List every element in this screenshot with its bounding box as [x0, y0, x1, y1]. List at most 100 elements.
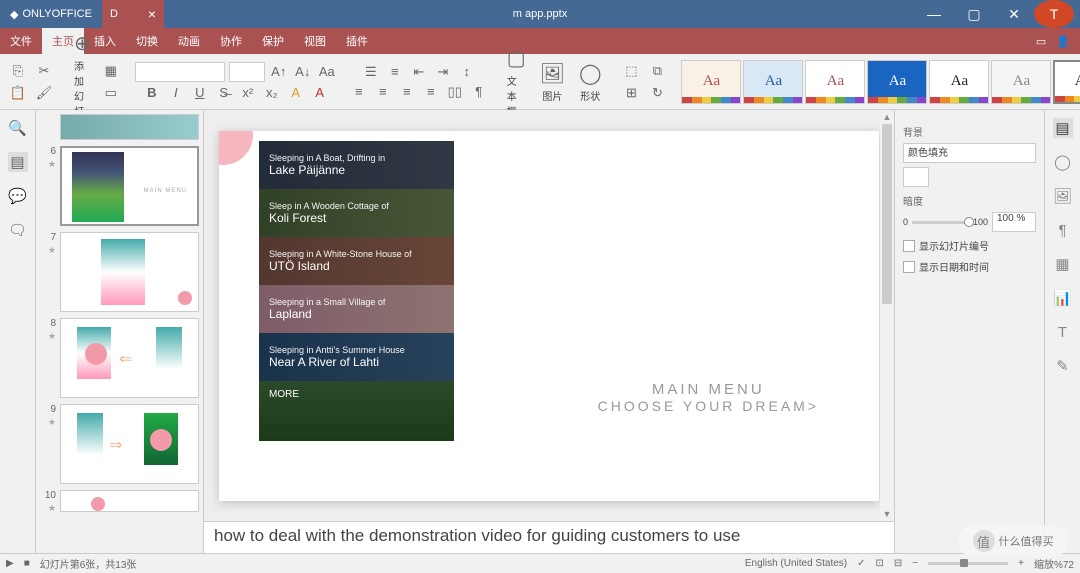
paste-button[interactable]: 📋 [8, 84, 28, 102]
italic-button[interactable]: I [166, 84, 186, 102]
scroll-down-icon[interactable]: ▼ [880, 507, 894, 521]
opacity-slider[interactable] [912, 221, 969, 224]
bullets-button[interactable]: ☰ [361, 63, 381, 81]
slide-thumbnails[interactable]: 6★ MAIN MENU 7★ 8★ ⇐ 9★ [36, 110, 204, 553]
present-icon[interactable]: ▭ [1036, 35, 1046, 48]
show-slide-number-checkbox[interactable]: 显示幻灯片编号 [903, 238, 1036, 253]
scroll-handle[interactable] [882, 124, 892, 304]
highlight-button[interactable]: A [286, 84, 306, 102]
theme-option[interactable]: Aa [1053, 60, 1080, 104]
arrange-button[interactable]: ⬚ [621, 62, 641, 80]
fit-width-icon[interactable]: ⊟ [894, 558, 902, 569]
menu-view[interactable]: 视图 [294, 28, 336, 54]
decrease-indent-button[interactable]: ⇤ [409, 63, 429, 81]
vertical-scrollbar[interactable]: ▲ ▼ [880, 110, 894, 521]
increase-font-button[interactable]: A↑ [269, 63, 289, 81]
zoom-slider[interactable] [928, 562, 1008, 565]
subscript-button[interactable]: x₂ [262, 84, 282, 102]
menu-protect[interactable]: 保护 [252, 28, 294, 54]
strike-button[interactable]: S̶ [214, 84, 234, 102]
menu-transition[interactable]: 切换 [126, 28, 168, 54]
cut-button[interactable]: ✂ [34, 62, 54, 80]
chart-settings-icon[interactable]: 📊 [1053, 288, 1073, 308]
format-painter-button[interactable]: 🖌 [34, 84, 54, 102]
align-objects-button[interactable]: ⊞ [621, 84, 641, 102]
textbox-button[interactable]: ▢文本框 [501, 44, 532, 120]
pink-circle-shape[interactable] [219, 131, 253, 165]
align-left-button[interactable]: ≡ [349, 83, 369, 101]
current-slide[interactable]: Sleeping in A Boat, Drifting inLake Päij… [219, 131, 879, 501]
app-list-item[interactable]: Sleeping in a Small Village ofLapland [259, 285, 454, 333]
increase-indent-button[interactable]: ⇥ [433, 63, 453, 81]
zoom-in-button[interactable]: + [1018, 558, 1024, 569]
stop-icon[interactable]: ■ [24, 558, 30, 569]
theme-gallery[interactable]: AaAaAaAaAaAaAa [681, 60, 1080, 104]
image-button[interactable]: 🖼图片 [534, 59, 571, 105]
change-case-button[interactable]: Aa [317, 63, 337, 81]
font-size-select[interactable] [229, 62, 265, 82]
align-justify-button[interactable]: ≡ [421, 83, 441, 101]
menu-collab[interactable]: 协作 [210, 28, 252, 54]
menu-plugins[interactable]: 插件 [336, 28, 378, 54]
columns-button[interactable]: ▯▯ [445, 83, 465, 101]
app-list-item[interactable]: Sleeping in A Boat, Drifting inLake Päij… [259, 141, 454, 189]
opacity-input[interactable]: 100 % [992, 212, 1036, 232]
decrease-font-button[interactable]: A↓ [293, 63, 313, 81]
zoom-label[interactable]: 缩放%72 [1034, 556, 1074, 571]
app-screen-mockup[interactable]: Sleeping in A Boat, Drifting inLake Päij… [259, 141, 454, 441]
menu-animation[interactable]: 动画 [168, 28, 210, 54]
scroll-up-icon[interactable]: ▲ [880, 110, 894, 124]
text-direction-button[interactable]: ¶ [469, 83, 489, 101]
theme-option[interactable]: Aa [929, 60, 989, 104]
app-list-item[interactable]: Sleeping in Antti's Summer HouseNear A R… [259, 333, 454, 381]
minimize-button[interactable]: — [914, 0, 954, 28]
main-menu-text[interactable]: MAIN MENU CHOOSE YOUR DREAM> [598, 381, 819, 414]
image-settings-icon[interactable]: 🖼 [1053, 186, 1073, 206]
line-spacing-button[interactable]: ↕ [457, 63, 477, 81]
slide-area[interactable]: Sleeping in A Boat, Drifting inLake Päij… [204, 110, 894, 521]
more-item[interactable]: MORE [259, 381, 454, 441]
play-icon[interactable]: ▶ [6, 558, 14, 569]
maximize-button[interactable]: ▢ [954, 0, 994, 28]
app-list-item[interactable]: Sleeping in A White-Stone House ofUTÖ Is… [259, 237, 454, 285]
theme-option[interactable]: Aa [681, 60, 741, 104]
thumbnail-7[interactable]: 7★ [40, 232, 199, 312]
theme-option[interactable]: Aa [805, 60, 865, 104]
layout-button[interactable]: ▦ [101, 62, 121, 80]
color-picker[interactable] [903, 167, 929, 187]
language-label[interactable]: English (United States) [745, 558, 847, 569]
spellcheck-icon[interactable]: ✓ [857, 558, 865, 569]
search-icon[interactable]: 🔍 [8, 118, 28, 138]
paragraph-settings-icon[interactable]: ¶ [1053, 220, 1073, 240]
thumbnail-partial[interactable] [40, 114, 199, 140]
comments-icon[interactable]: 💬 [8, 186, 28, 206]
align-center-button[interactable]: ≡ [373, 83, 393, 101]
shape-settings-icon[interactable]: ◯ [1053, 152, 1073, 172]
slides-view-icon[interactable]: ▤ [8, 152, 28, 172]
menu-file[interactable]: 文件 [0, 28, 42, 54]
speaker-notes[interactable]: how to deal with the demonstration video… [204, 521, 894, 553]
close-window-button[interactable]: ✕ [994, 0, 1034, 28]
numbering-button[interactable]: ≡ [385, 63, 405, 81]
document-tab[interactable]: D × [102, 0, 164, 28]
slide-settings-icon[interactable]: ▤ [1053, 118, 1073, 138]
user-avatar[interactable]: T [1034, 0, 1074, 28]
slider-knob[interactable] [964, 217, 974, 227]
chat-icon[interactable]: 🗨 [8, 220, 28, 240]
theme-option[interactable]: Aa [743, 60, 803, 104]
textart-settings-icon[interactable]: T [1053, 322, 1073, 342]
theme-option[interactable]: Aa [991, 60, 1051, 104]
table-settings-icon[interactable]: ▦ [1053, 254, 1073, 274]
rotate-button[interactable]: ↻ [647, 84, 667, 102]
app-list-item[interactable]: Sleep in A Wooden Cottage ofKoli Forest [259, 189, 454, 237]
superscript-button[interactable]: x² [238, 84, 258, 102]
theme-option[interactable]: Aa [867, 60, 927, 104]
font-family-select[interactable] [135, 62, 225, 82]
zoom-out-button[interactable]: − [912, 558, 918, 569]
shape-button[interactable]: ◯形状 [573, 59, 607, 105]
thumbnail-8[interactable]: 8★ ⇐ [40, 318, 199, 398]
bold-button[interactable]: B [142, 84, 162, 102]
thumbnail-9[interactable]: 9★ ⇒ [40, 404, 199, 484]
fill-type-select[interactable]: 颜色填充 [903, 143, 1036, 163]
thumbnail-10[interactable]: 10★ [40, 490, 199, 514]
